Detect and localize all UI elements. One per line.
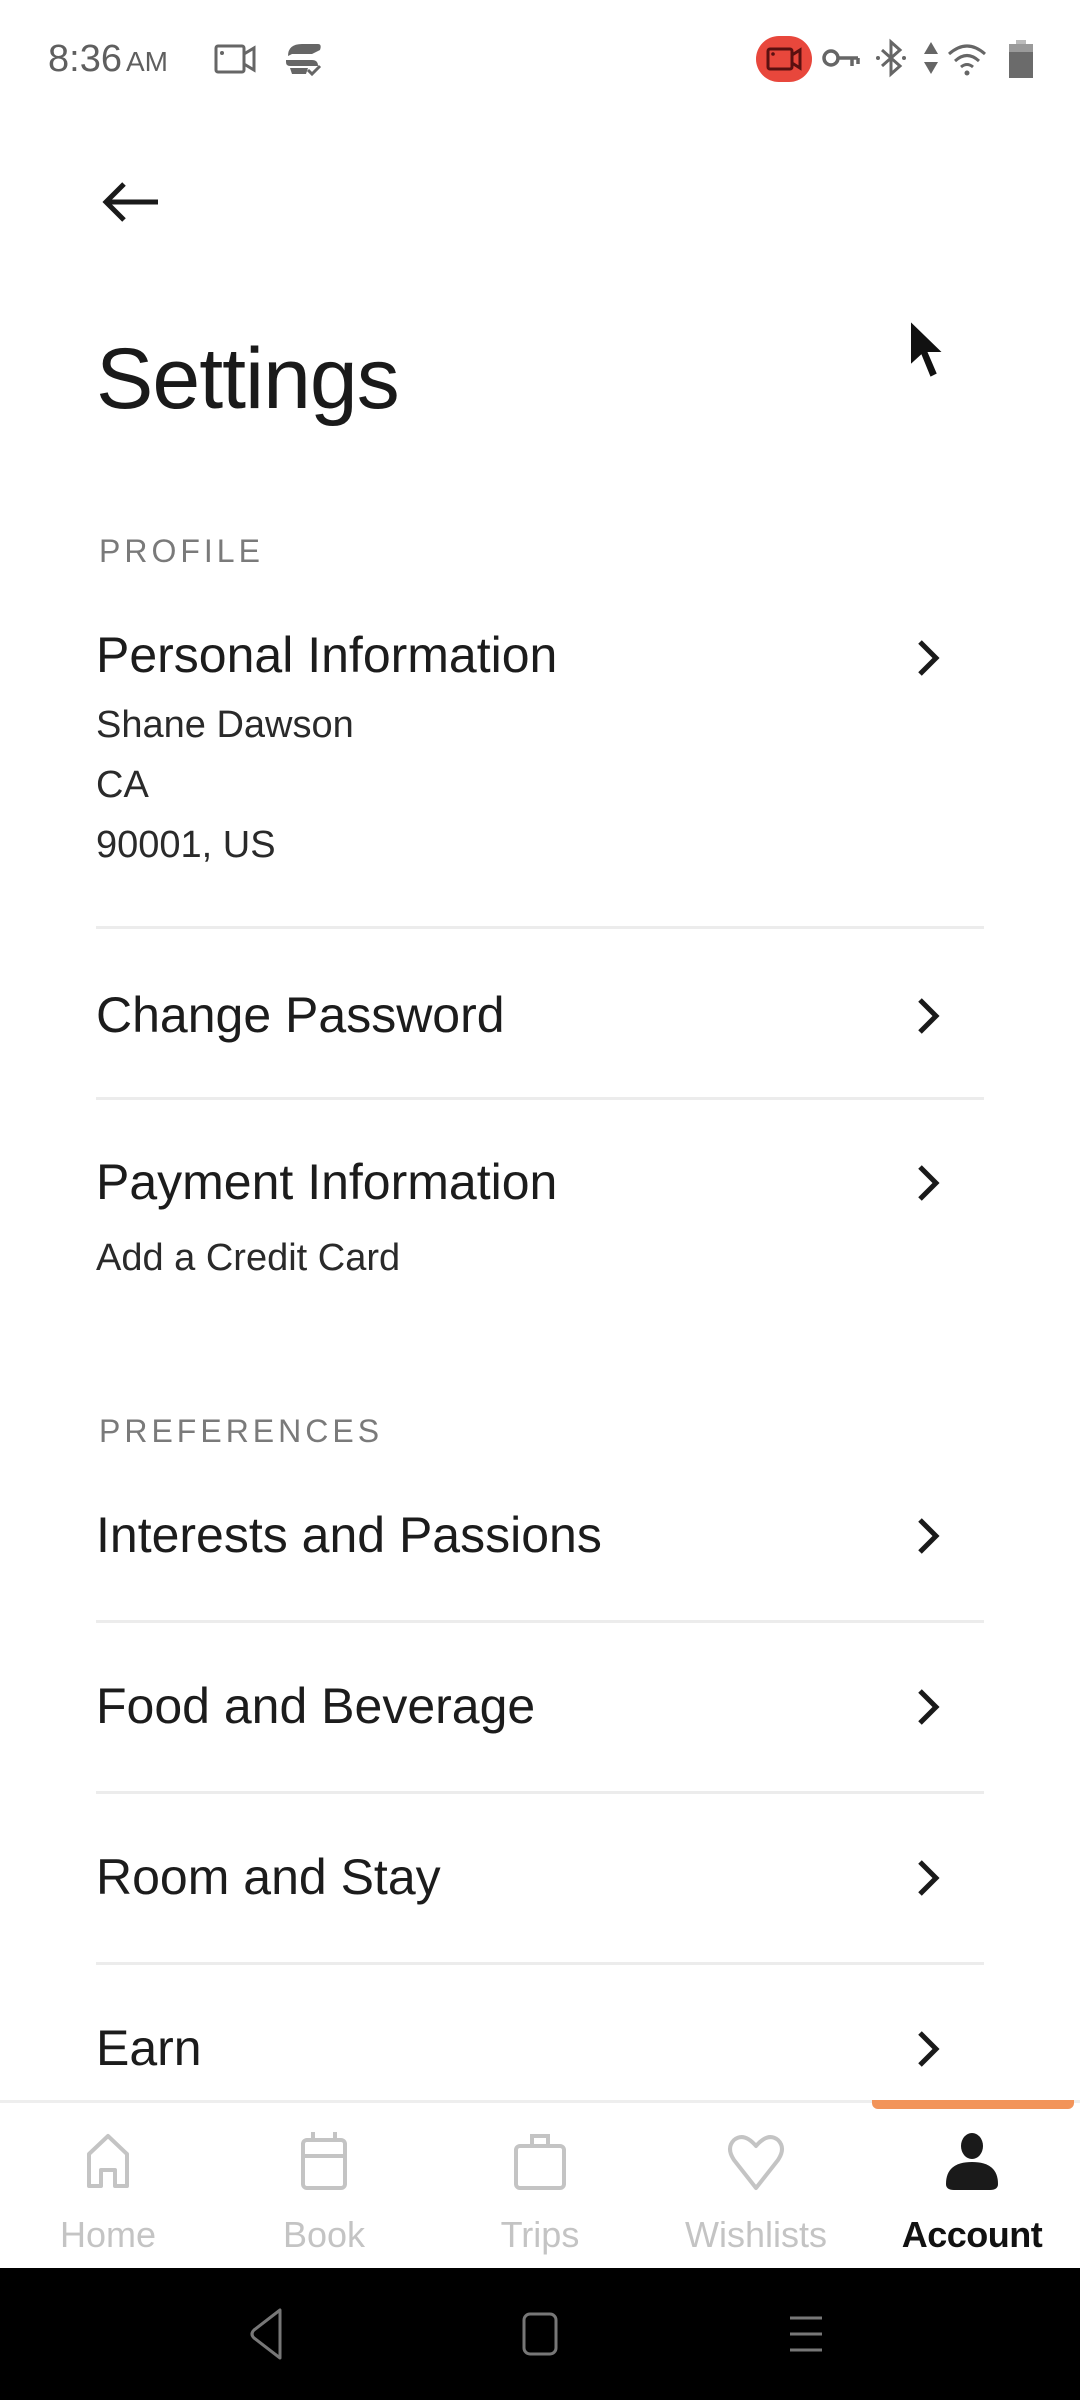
tab-label: Home <box>59 2214 157 2255</box>
item-title: Change Password <box>96 987 505 1043</box>
ampm-text: AM <box>125 46 168 77</box>
status-time: 8:36 AM <box>48 38 168 81</box>
chevron-right-icon <box>918 1165 940 1201</box>
data-arrows-icon <box>924 42 938 74</box>
divider <box>96 926 984 929</box>
heart-icon <box>728 2135 784 2190</box>
chevron-right-icon <box>918 1860 940 1896</box>
tab-home[interactable]: Home <box>0 2130 216 2260</box>
chevron-right-icon <box>918 998 940 1034</box>
divider <box>96 1791 984 1794</box>
item-title: Payment Information <box>96 1154 558 1210</box>
tab-wishlists[interactable]: Wishlists <box>648 2130 864 2260</box>
suitcase-icon <box>514 2134 566 2190</box>
item-title: Earn <box>96 2020 202 2076</box>
time-text: 8:36 <box>48 38 122 80</box>
tab-trips[interactable]: Trips <box>432 2130 648 2260</box>
person-icon <box>946 2133 998 2190</box>
item-subtitle-name: Shane Dawson <box>96 704 354 746</box>
tab-label: Account <box>901 2214 1043 2255</box>
settings-item-payment-information[interactable]: Payment Information Add a Credit Card <box>96 1157 984 1287</box>
chevron-right-icon <box>918 1689 940 1725</box>
home-icon <box>87 2134 129 2188</box>
chevron-right-icon <box>918 1518 940 1554</box>
page-title: Settings <box>96 331 400 427</box>
mouse-cursor-icon <box>909 317 947 380</box>
system-recents-icon[interactable] <box>786 2304 826 2364</box>
item-subtitle-zip: 90001, US <box>96 824 276 866</box>
recording-indicator-icon <box>756 36 812 82</box>
section-label-profile: PROFILE <box>99 533 264 569</box>
tab-label: Book <box>282 2214 366 2255</box>
settings-item-earn[interactable]: Earn <box>96 2023 984 2083</box>
battery-icon <box>1009 40 1033 78</box>
settings-item-food-and-beverage[interactable]: Food and Beverage <box>96 1681 984 1741</box>
divider <box>96 1620 984 1623</box>
calendar-icon <box>301 2132 347 2190</box>
vpn-key-icon <box>822 49 860 67</box>
divider <box>96 1097 984 1100</box>
chevron-right-icon <box>918 2031 940 2067</box>
item-subtitle: Add a Credit Card <box>96 1237 401 1279</box>
item-title: Food and Beverage <box>96 1678 536 1734</box>
tab-label: Wishlists <box>685 2214 827 2255</box>
arrow-left-icon <box>102 182 158 222</box>
status-bar: 8:36 AM <box>0 0 1080 120</box>
back-button[interactable] <box>96 170 168 234</box>
settings-item-interests-and-passions[interactable]: Interests and Passions <box>96 1510 984 1570</box>
item-subtitle-state: CA <box>96 764 149 806</box>
screen-record-icon <box>214 44 256 74</box>
item-title: Room and Stay <box>96 1849 441 1905</box>
item-title: Personal Information <box>96 627 558 683</box>
tab-label: Trips <box>500 2214 580 2255</box>
tab-book[interactable]: Book <box>216 2130 432 2260</box>
settings-item-personal-information[interactable]: Personal Information Shane Dawson CA 900… <box>96 630 984 920</box>
item-title: Interests and Passions <box>96 1507 602 1563</box>
settings-item-change-password[interactable]: Change Password <box>96 990 984 1050</box>
system-home-icon[interactable] <box>520 2304 560 2364</box>
chevron-right-icon <box>918 640 940 676</box>
system-navigation-bar <box>0 2268 1080 2400</box>
wifi-icon <box>948 44 986 76</box>
settings-item-room-and-stay[interactable]: Room and Stay <box>96 1852 984 1912</box>
divider <box>96 1962 984 1965</box>
section-label-preferences: PREFERENCES <box>99 1413 384 1449</box>
bluetooth-icon <box>876 38 906 78</box>
tab-account[interactable]: Account <box>864 2130 1080 2260</box>
active-tab-indicator <box>872 2100 1074 2109</box>
sync-check-icon <box>286 44 322 77</box>
system-back-icon[interactable] <box>246 2304 286 2364</box>
